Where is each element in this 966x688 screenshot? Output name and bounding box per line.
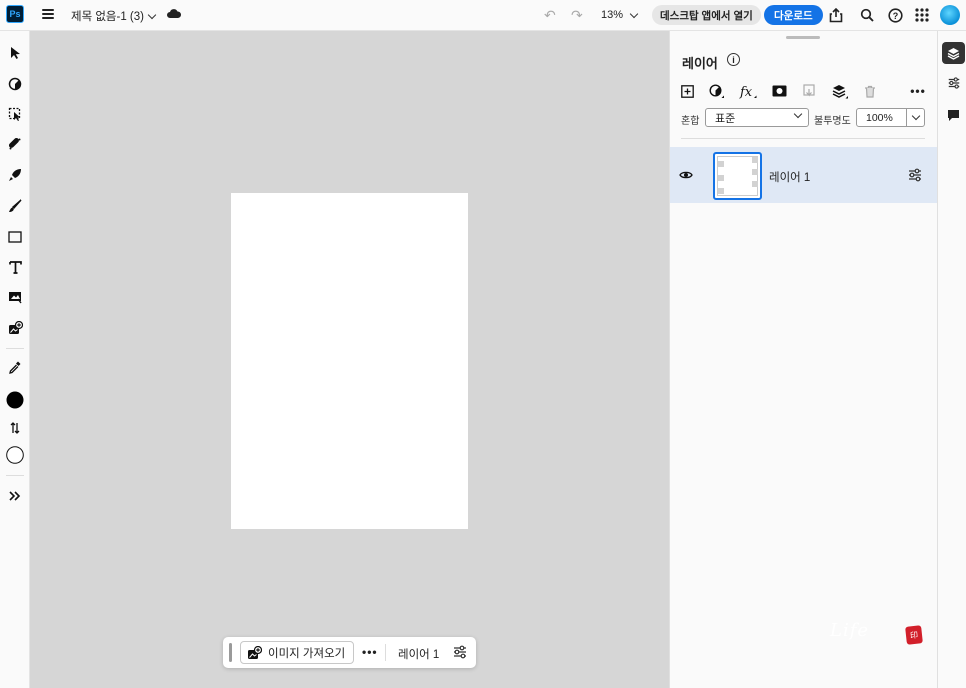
add-layer-icon[interactable] — [678, 82, 696, 100]
more-options-icon[interactable]: ••• — [362, 645, 378, 659]
cloud-icon[interactable] — [167, 9, 181, 18]
transparency-checker — [752, 169, 758, 175]
chevron-down-icon — [147, 10, 157, 19]
effects-icon[interactable]: fx — [739, 82, 757, 100]
panel-divider — [681, 138, 925, 139]
thumbnail-canvas — [717, 156, 758, 196]
tool-bar — [0, 31, 30, 688]
svg-text:?: ? — [892, 10, 898, 20]
layer-properties-icon[interactable] — [452, 644, 468, 660]
current-layer-label[interactable]: 레이어 1 — [398, 646, 439, 662]
layer-properties-icon[interactable] — [907, 167, 923, 183]
drag-handle[interactable] — [229, 643, 232, 662]
top-bar: Ps 제목 없음-1 (3) ↶ ↷ 13% 데스크탑 앱에서 열기 다운로드 … — [0, 0, 966, 31]
watermark-text: Life — [830, 620, 870, 641]
download-button[interactable]: 다운로드 — [764, 5, 823, 25]
undo-icon[interactable]: ↶ — [544, 7, 556, 24]
expand-toolbar-icon[interactable] — [6, 487, 24, 505]
add-image-icon[interactable] — [6, 319, 24, 337]
apps-grid-icon[interactable] — [913, 6, 931, 24]
transparency-checker — [752, 181, 758, 187]
opacity-label: 불투명도 — [814, 116, 851, 127]
comments-panel-button[interactable] — [942, 104, 965, 126]
properties-panel-button[interactable] — [942, 72, 965, 94]
layer-thumbnail[interactable] — [713, 152, 762, 200]
brush-icon[interactable] — [6, 197, 24, 215]
panel-switcher — [937, 31, 966, 688]
zoom-dropdown[interactable]: 13% — [601, 9, 639, 21]
zoom-value: 13% — [601, 9, 624, 21]
panel-title: 레이어 — [682, 56, 718, 71]
chevron-down-icon — [629, 9, 639, 18]
type-icon[interactable] — [6, 258, 24, 276]
heal-icon[interactable] — [6, 135, 24, 153]
mask-icon[interactable] — [770, 82, 788, 100]
svg-text:fx: fx — [739, 85, 753, 99]
help-icon[interactable]: ? — [886, 6, 904, 24]
opacity-field[interactable]: 100% — [856, 108, 925, 127]
toolbar-divider — [6, 348, 24, 349]
swap-colors-icon[interactable] — [6, 419, 24, 437]
layers-panel: 레이어 i fx ••• 혼합 표준 불투명도 100% 레이어 1 — [669, 31, 937, 688]
transparency-checker — [718, 161, 724, 167]
quick-action-icon[interactable] — [6, 166, 24, 184]
import-image-label: 이미지 가져오기 — [268, 647, 346, 660]
photoshop-logo[interactable]: Ps — [6, 5, 24, 23]
contextual-taskbar: 이미지 가져오기 ••• 레이어 1 — [223, 637, 476, 668]
taskbar-divider — [385, 644, 386, 661]
transparency-checker — [718, 175, 724, 181]
clipping-mask-icon[interactable] — [800, 82, 818, 100]
watermark-stamp: 印 — [905, 625, 923, 645]
document-canvas[interactable] — [231, 193, 468, 529]
document-title: 제목 없음-1 (3) — [71, 11, 144, 23]
blend-mode-select[interactable]: 표준 — [705, 108, 809, 127]
chevron-down-icon — [911, 111, 920, 121]
delete-icon[interactable] — [861, 82, 879, 100]
toolbar-divider — [6, 475, 24, 476]
rectangle-icon[interactable] — [6, 228, 24, 246]
properties-icon — [948, 77, 959, 89]
opacity-dropdown[interactable] — [906, 109, 924, 126]
foreground-color-swatch[interactable] — [6, 391, 24, 409]
info-icon[interactable]: i — [727, 53, 740, 66]
import-image-button[interactable]: 이미지 가져오기 — [240, 641, 355, 664]
visibility-eye-icon[interactable] — [679, 168, 693, 182]
avatar[interactable] — [940, 5, 960, 25]
add-image-icon — [248, 645, 262, 659]
transparency-checker — [752, 157, 758, 163]
more-options-icon[interactable]: ••• — [909, 82, 927, 100]
layer-row[interactable]: 레이어 1 — [670, 147, 937, 203]
layer-name[interactable]: 레이어 1 — [769, 169, 810, 185]
adjustment-layer-icon[interactable] — [708, 82, 726, 100]
chevron-down-icon — [793, 109, 803, 119]
opacity-value[interactable]: 100% — [857, 112, 906, 124]
background-color-swatch[interactable] — [6, 446, 24, 464]
crop-icon[interactable] — [6, 288, 24, 306]
open-in-desktop-button[interactable]: 데스크탑 앱에서 열기 — [652, 5, 761, 25]
canvas-area[interactable]: 이미지 가져오기 ••• 레이어 1 — [30, 31, 669, 688]
move-icon[interactable] — [6, 44, 24, 62]
layer-stack-icon[interactable] — [831, 82, 849, 100]
eyedropper-icon[interactable] — [6, 358, 24, 376]
select-icon[interactable] — [6, 105, 24, 123]
redo-icon[interactable]: ↷ — [571, 7, 583, 24]
blend-label: 혼합 — [681, 116, 700, 127]
comment-icon — [948, 109, 959, 121]
search-icon[interactable] — [858, 6, 876, 24]
transparency-checker — [718, 188, 724, 194]
menu-icon[interactable] — [42, 9, 54, 19]
adjust-icon[interactable] — [6, 75, 24, 93]
panel-grip[interactable] — [786, 36, 820, 39]
layers-icon — [947, 47, 960, 60]
share-icon[interactable] — [827, 6, 845, 24]
document-title-dropdown[interactable]: 제목 없음-1 (3) — [71, 8, 157, 24]
blend-mode-value: 표준 — [715, 112, 736, 125]
layers-panel-button[interactable] — [942, 42, 965, 64]
